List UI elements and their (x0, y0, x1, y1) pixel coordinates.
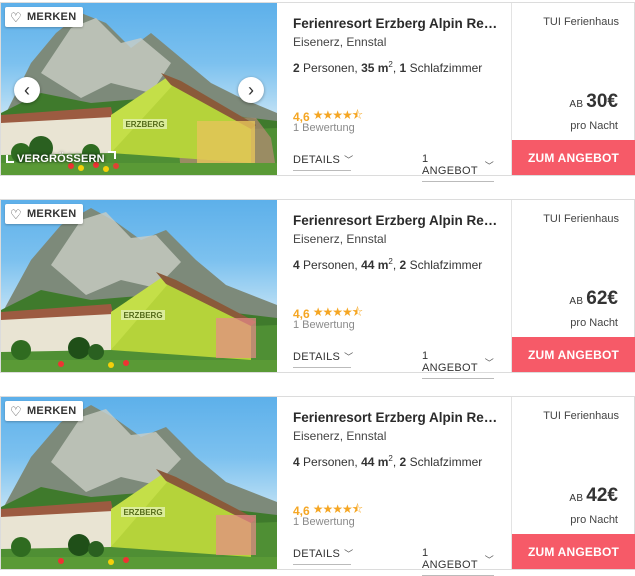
listing-location: Eisenerz, Ennstal (293, 232, 387, 246)
listing-title[interactable]: Ferienresort Erzberg Alpin Res... (293, 410, 498, 425)
listing-results: ERZBERG ♡ MERKEN ‹ › VERGRÖSSERN Ferienr… (0, 0, 635, 576)
heart-icon: ♡ (10, 9, 22, 25)
listing-location: Eisenerz, Ennstal (293, 35, 387, 49)
listing-specs: 2 Personen, 35 m2, 1 Schlafzimmer (293, 60, 483, 75)
price-amount: 30€ (586, 91, 618, 112)
building-sign: ERZBERG (123, 508, 162, 517)
listing-photo[interactable]: ERZBERG ♡ MERKEN (1, 397, 277, 569)
price: AB 62€ (569, 288, 618, 309)
heart-icon: ♡ (10, 206, 22, 222)
listing-title[interactable]: Ferienresort Erzberg Alpin Res... (293, 213, 498, 228)
provider-name: TUI Ferienhaus (543, 213, 619, 225)
prev-image-button[interactable]: ‹ (14, 77, 40, 103)
chevron-down-icon: ﹀ (484, 357, 494, 368)
save-label: MERKEN (26, 11, 77, 23)
price-panel: TUI Ferienhaus AB 42€ pro Nacht ZUM ANGE… (511, 397, 635, 569)
listing-info: Ferienresort Erzberg Alpin Res... Eisene… (293, 200, 505, 379)
listing-info: Ferienresort Erzberg Alpin Res... Eisene… (293, 397, 505, 576)
listing-title[interactable]: Ferienresort Erzberg Alpin Res... (293, 16, 498, 31)
offers-toggle[interactable]: 1 ANGEBOT ﹀ (422, 350, 494, 379)
details-toggle[interactable]: DETAILS ﹀ (293, 350, 354, 368)
zoom-label: VERGRÖSSERN (17, 153, 105, 165)
chevron-down-icon: ﹀ (484, 554, 494, 565)
zoom-button[interactable]: VERGRÖSSERN (6, 151, 116, 165)
price: AB 30€ (569, 91, 618, 112)
offers-toggle[interactable]: 1 ANGEBOT ﹀ (422, 547, 494, 576)
listing-photo[interactable]: ERZBERG ♡ MERKEN (1, 200, 277, 372)
save-button[interactable]: ♡ MERKEN (5, 401, 84, 421)
review-count: 1 Bewertung (293, 122, 355, 134)
resort-photo-illustration: ERZBERG (1, 405, 277, 569)
next-image-button[interactable]: › (238, 77, 264, 103)
price: AB 42€ (569, 485, 618, 506)
save-button[interactable]: ♡ MERKEN (5, 7, 84, 27)
details-toggle[interactable]: DETAILS ﹀ (293, 153, 354, 171)
resort-photo-illustration: ERZBERG (1, 13, 277, 175)
price-unit: pro Nacht (570, 514, 618, 526)
listing-card[interactable]: ERZBERG ♡ MERKEN Ferienresort Erzberg Al… (0, 199, 635, 379)
review-count: 1 Bewertung (293, 516, 355, 528)
chevron-left-icon: ‹ (24, 79, 30, 100)
chevron-down-icon: ﹀ (344, 549, 354, 559)
building-sign: ERZBERG (123, 311, 162, 320)
offers-toggle[interactable]: 1 ANGEBOT ﹀ (422, 153, 494, 182)
price-amount: 42€ (586, 485, 618, 506)
chevron-down-icon: ﹀ (484, 160, 494, 171)
listing-specs: 4 Personen, 44 m2, 2 Schlafzimmer (293, 257, 483, 272)
building-sign: ERZBERG (125, 120, 164, 129)
price-amount: 62€ (586, 288, 618, 309)
listing-card[interactable]: ERZBERG ♡ MERKEN ‹ › VERGRÖSSERN Ferienr… (0, 2, 635, 182)
details-toggle[interactable]: DETAILS ﹀ (293, 547, 354, 565)
listing-card[interactable]: ERZBERG ♡ MERKEN Ferienresort Erzberg Al… (0, 396, 635, 576)
price-panel: TUI Ferienhaus AB 30€ pro Nacht ZUM ANGE… (511, 3, 635, 175)
save-button[interactable]: ♡ MERKEN (5, 204, 84, 224)
provider-name: TUI Ferienhaus (543, 410, 619, 422)
chevron-down-icon: ﹀ (344, 352, 354, 362)
save-label: MERKEN (26, 405, 77, 417)
expand-icon (6, 155, 14, 163)
chevron-right-icon: › (248, 79, 254, 100)
chevron-down-icon: ﹀ (344, 155, 354, 165)
listing-photo[interactable]: ERZBERG ♡ MERKEN ‹ › VERGRÖSSERN (1, 3, 277, 175)
resort-photo-illustration: ERZBERG (1, 208, 277, 372)
price-panel: TUI Ferienhaus AB 62€ pro Nacht ZUM ANGE… (511, 200, 635, 372)
listing-info: Ferienresort Erzberg Alpin Res... Eisene… (293, 3, 505, 182)
view-offer-button[interactable]: ZUM ANGEBOT (512, 337, 635, 372)
provider-name: TUI Ferienhaus (543, 16, 619, 28)
view-offer-button[interactable]: ZUM ANGEBOT (512, 140, 635, 175)
save-label: MERKEN (26, 208, 77, 220)
review-count: 1 Bewertung (293, 319, 355, 331)
listing-specs: 4 Personen, 44 m2, 2 Schlafzimmer (293, 454, 483, 469)
price-unit: pro Nacht (570, 120, 618, 132)
listing-location: Eisenerz, Ennstal (293, 429, 387, 443)
heart-icon: ♡ (10, 403, 22, 419)
view-offer-button[interactable]: ZUM ANGEBOT (512, 534, 635, 569)
price-unit: pro Nacht (570, 317, 618, 329)
